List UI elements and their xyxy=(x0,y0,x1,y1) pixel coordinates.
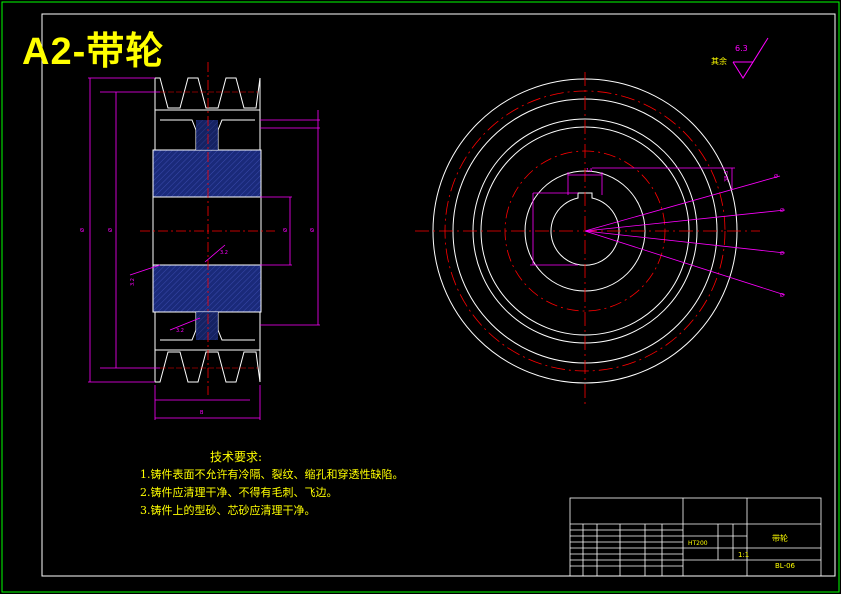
drawing-canvas: Ø Ø Ø Ø B 3.2 3.2 3.2 14 38.3 Ø Ø Ø Ø xyxy=(1,1,840,593)
svg-text:Ø: Ø xyxy=(79,228,86,232)
svg-text:14: 14 xyxy=(586,168,592,174)
svg-text:Ø: Ø xyxy=(309,228,316,232)
svg-text:3.2: 3.2 xyxy=(130,278,136,286)
svg-text:38.3: 38.3 xyxy=(724,171,730,182)
title-block-part-name: 带轮 xyxy=(772,534,788,543)
upper-grooves xyxy=(155,77,261,109)
svg-text:Ø: Ø xyxy=(107,228,114,232)
svg-text:B: B xyxy=(200,410,204,416)
tech-requirement-item: 3.铸件上的型砂、芯砂应清理干净。 xyxy=(140,504,316,517)
svg-text:Ø: Ø xyxy=(780,250,784,257)
svg-text:3.2: 3.2 xyxy=(176,328,184,334)
tech-requirement-item: 2.铸件应清理干净、不得有毛刺、飞边。 xyxy=(140,486,338,499)
technical-requirements: 技术要求: 1.铸件表面不允许有冷隔、裂纹、缩孔和穿透性缺陷。 2.铸件应清理干… xyxy=(140,448,404,520)
svg-text:Ø: Ø xyxy=(780,292,784,299)
hub-section-upper xyxy=(152,149,262,198)
svg-text:Ø: Ø xyxy=(774,173,778,180)
lower-grooves xyxy=(155,351,261,383)
roughness-label: 其余 xyxy=(711,57,727,66)
tech-requirement-item: 1.铸件表面不允许有冷隔、裂纹、缩孔和穿透性缺陷。 xyxy=(140,468,404,481)
roughness-value: 6.3 xyxy=(735,44,748,53)
svg-text:3.2: 3.2 xyxy=(220,250,228,256)
front-view: 14 38.3 Ø Ø Ø Ø xyxy=(415,72,786,408)
title-block-scale: 1:1 xyxy=(738,551,750,559)
title-block-material: HT200 xyxy=(688,540,708,547)
hub-section-lower xyxy=(152,264,262,313)
drawing-title: A2-带轮 xyxy=(22,31,165,73)
outer-border xyxy=(1,1,840,593)
title-block-drawing-no: BL-06 xyxy=(775,562,796,570)
tech-requirements-heading: 技术要求: xyxy=(210,450,263,464)
svg-text:Ø: Ø xyxy=(282,228,289,232)
section-view: Ø Ø Ø Ø B 3.2 3.2 3.2 xyxy=(79,62,320,420)
svg-text:Ø: Ø xyxy=(780,207,784,214)
